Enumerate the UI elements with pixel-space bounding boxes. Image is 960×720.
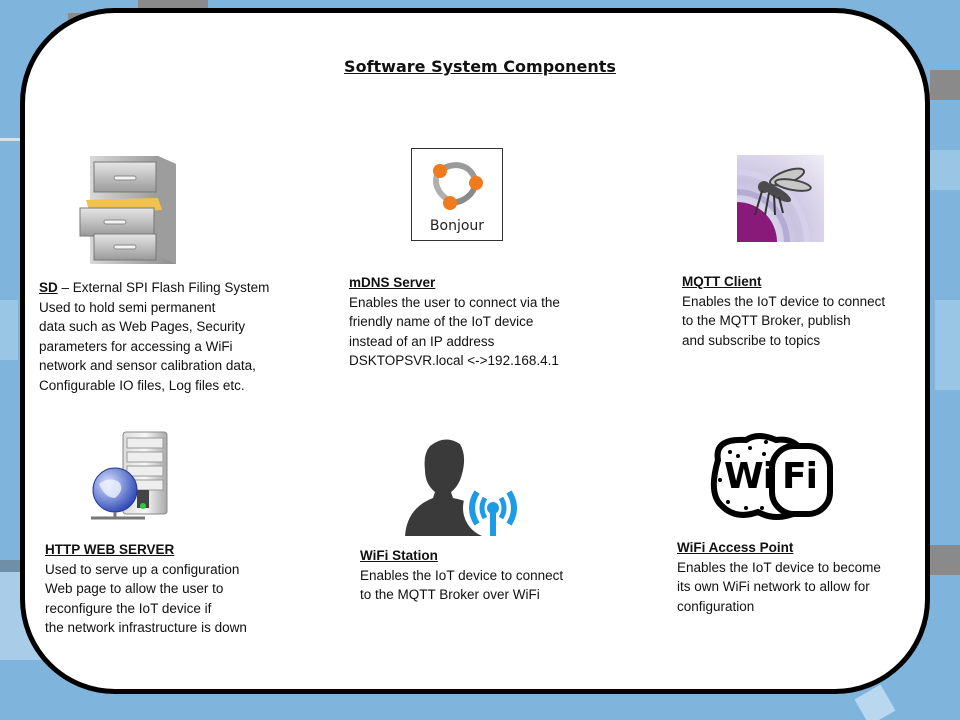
description-line: parameters for accessing a WiFi	[39, 338, 233, 354]
component-http: HTTP WEB SERVER Used to serve up a confi…	[45, 540, 247, 638]
description-line: network and sensor calibration data,	[39, 358, 256, 373]
component-mdns: mDNS Server Enables the user to connect …	[349, 273, 560, 371]
component-heading: SD	[39, 280, 58, 295]
component-heading: MQTT Client	[682, 274, 762, 289]
description-line: reconfigure the IoT device if	[45, 600, 212, 616]
user-antenna-icon	[405, 439, 523, 536]
description-line: configuration	[677, 598, 755, 614]
description-line: Used to serve up a configuration	[45, 561, 240, 577]
bonjour-label: Bonjour	[429, 218, 485, 234]
bonjour-icon: Bonjour	[411, 148, 503, 241]
mosquitto-icon	[737, 155, 824, 242]
component-sd: SD – External SPI Flash Filing System Us…	[39, 278, 269, 395]
component-wifi-access-point: WiFi Access Point Enables the IoT device…	[677, 538, 881, 616]
component-heading-suffix: – External SPI Flash Filing System	[57, 280, 270, 295]
description-line: Enables the IoT device to connect	[682, 293, 886, 309]
description-line: to the MQTT Broker, publish	[682, 313, 851, 328]
description-line: Enables the IoT device to become	[677, 559, 881, 575]
description-line: friendly name of the IoT device	[349, 314, 534, 329]
component-heading: HTTP WEB SERVER	[45, 542, 175, 557]
description-line: Enables the user to connect via the	[349, 294, 560, 310]
description-line: Configurable IO files, Log files etc.	[39, 377, 245, 393]
web-server-icon	[91, 431, 168, 520]
description-line: to the MQTT Broker over WiFi	[360, 587, 540, 602]
wifi-logo-wi: Wi	[724, 456, 775, 497]
filing-cabinet-icon	[79, 156, 176, 264]
description-line: instead of an IP address	[349, 333, 495, 349]
component-mqtt: MQTT Client Enables the IoT device to co…	[682, 272, 885, 350]
description-line: and subscribe to topics	[682, 332, 821, 348]
component-heading: WiFi Access Point	[677, 540, 794, 555]
description-line: data such as Web Pages, Security	[39, 319, 246, 334]
wifi-logo-fi: Fi	[782, 456, 818, 497]
component-wifi-station: WiFi Station Enables the IoT device to c…	[360, 546, 563, 605]
description-line: its own WiFi network to allow for	[677, 579, 870, 594]
description-line: DSKTOPSVR.local <->192.168.4.1	[349, 353, 559, 368]
description-line: Used to hold semi permanent	[39, 299, 216, 315]
wifi-logo-icon: Wi Fi	[706, 432, 836, 522]
description-line: Enables the IoT device to connect	[360, 567, 564, 583]
component-heading: mDNS Server	[349, 275, 436, 290]
description-line: Web page to allow the user to	[45, 581, 224, 596]
component-heading: WiFi Station	[360, 548, 438, 563]
description-line: the network infrastructure is down	[45, 620, 247, 635]
page-title: Software System Components	[344, 57, 616, 76]
